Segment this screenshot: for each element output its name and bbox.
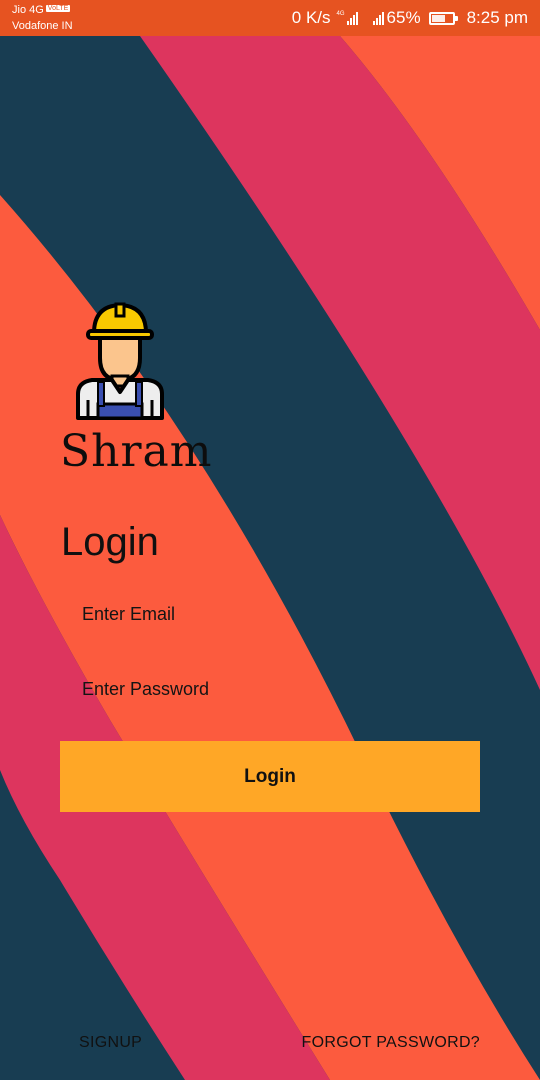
carrier-primary: Jio 4G VoLTE	[12, 4, 71, 16]
data-speed: 0 K/s	[291, 8, 331, 27]
login-button[interactable]: Login	[60, 741, 480, 812]
carrier-primary-label: Jio 4G	[12, 4, 44, 16]
battery-level-fill	[431, 14, 445, 22]
battery-icon	[428, 11, 458, 25]
login-heading: Login	[61, 520, 159, 564]
clock: 8:25 pm	[466, 8, 528, 27]
signal-icon: 4G	[337, 11, 359, 25]
volte-badge: VoLTE	[45, 5, 71, 12]
carrier-secondary: Vodafone IN	[12, 20, 73, 32]
app-name: Shram	[60, 426, 213, 477]
password-field[interactable]	[60, 669, 480, 709]
signup-link[interactable]: SIGNUP	[79, 1034, 142, 1052]
signal-icon	[372, 11, 385, 25]
status-bar: Jio 4G VoLTE Vodafone IN 0 K/s 4G 65% 8:2…	[0, 0, 540, 36]
construction-worker-icon	[76, 302, 164, 420]
status-indicators: 0 K/s 4G 65% 8:25 pm	[286, 7, 528, 29]
battery-percent: 65%	[386, 8, 421, 27]
forgot-password-link[interactable]: FORGOT PASSWORD?	[302, 1034, 480, 1052]
email-field[interactable]	[60, 594, 480, 634]
network-badge: 4G	[336, 11, 345, 17]
